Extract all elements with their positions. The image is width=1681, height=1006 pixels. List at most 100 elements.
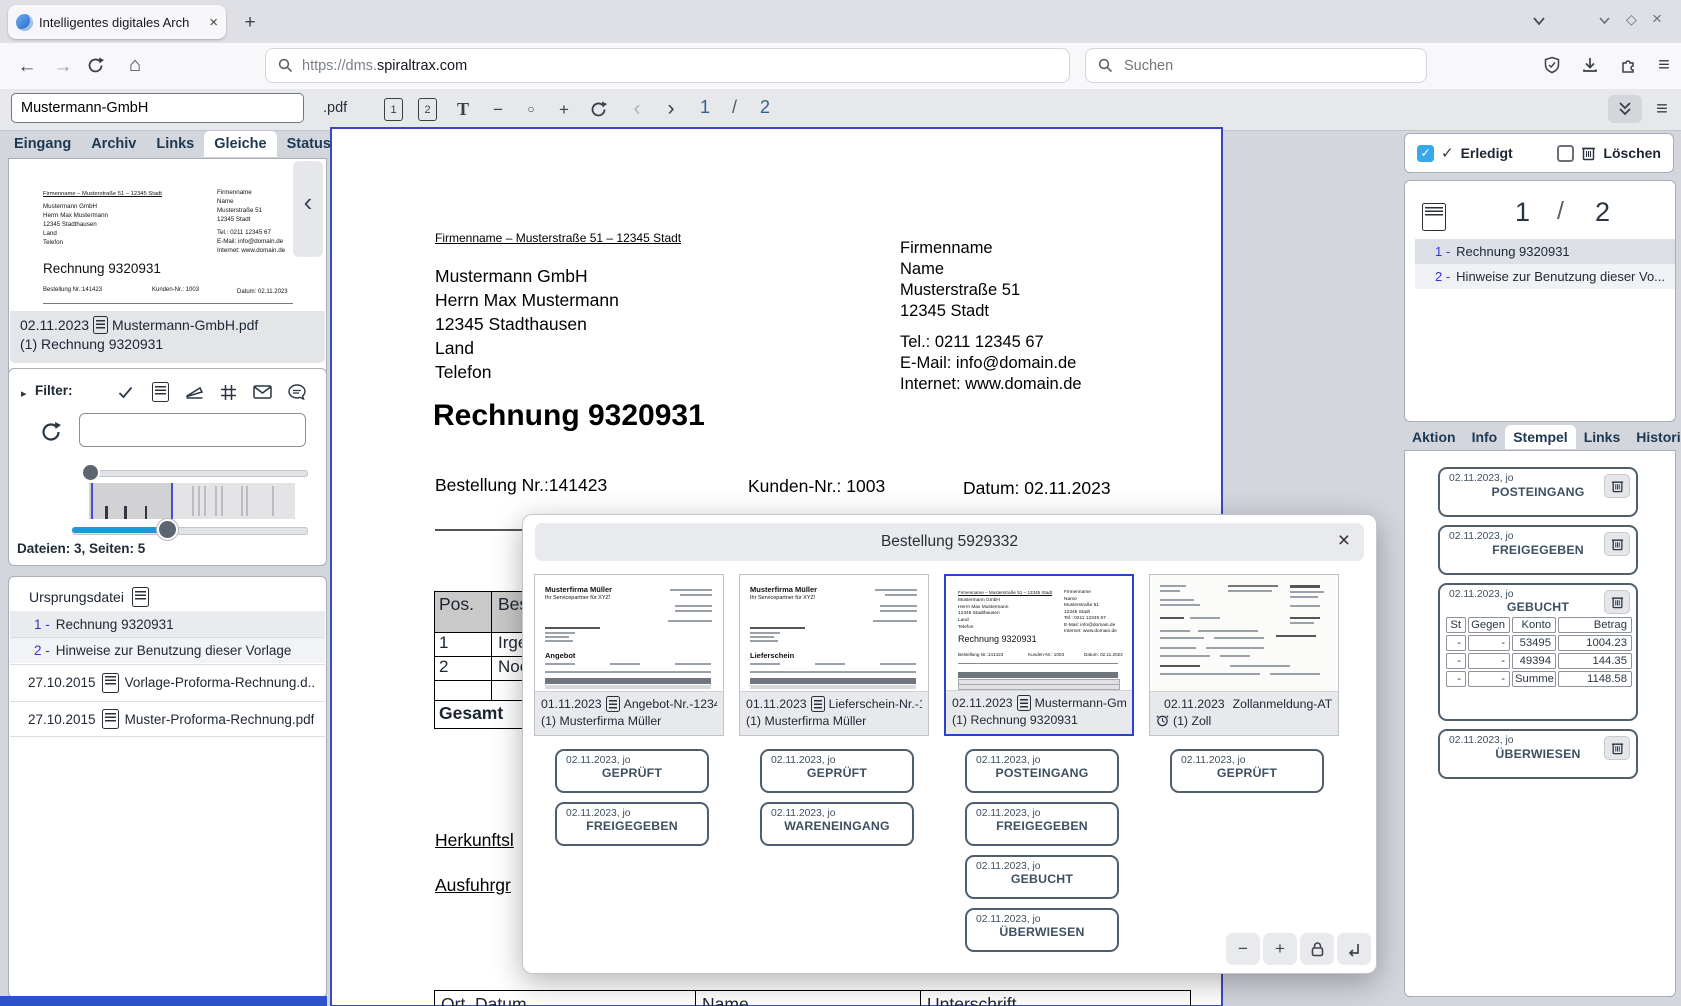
stamp-delete-button[interactable] [1604, 590, 1630, 614]
back-button[interactable]: ← [14, 53, 40, 79]
rotate-button[interactable] [589, 100, 608, 119]
tab-info[interactable]: Info [1464, 425, 1506, 449]
origin-card: Ursprungsdatei 1 - Rechnung 9320931 2 - … [8, 576, 327, 998]
thumb-sender: Firmenname Name Musterstraße 51 12345 St… [1064, 590, 1099, 617]
gebucht-cell: 1004.23 [1558, 635, 1632, 651]
window-maximize-button[interactable]: ◇ [1626, 11, 1637, 28]
filter-check-icon[interactable] [117, 384, 134, 401]
collapse-panel-button[interactable]: ‹ [293, 161, 323, 257]
origin-file-date: 27.10.2015 [28, 712, 96, 727]
page-title: Rechnung 9320931 [1456, 244, 1570, 259]
next-page-button[interactable]: › [661, 96, 681, 120]
origin-page-row-1[interactable]: 1 - Rechnung 9320931 [10, 611, 325, 637]
items-cell: 2 [434, 657, 492, 681]
preview-title: Rechnung 9320931 [43, 261, 161, 276]
extensions-icon[interactable] [1619, 56, 1637, 74]
modal-lock-button[interactable] [1300, 933, 1334, 965]
browser-tab[interactable]: Intelligentes digitales Arch × [8, 5, 226, 39]
tab-links[interactable]: Links [1576, 425, 1629, 449]
file-row-selected[interactable]: 02.11.2023 Mustermann-GmbH.pdf (1) Rechn… [10, 311, 325, 363]
erledigt-checkbox[interactable]: ✓ [1417, 145, 1434, 162]
zoom-reset-button[interactable]: ○ [521, 98, 541, 120]
page-row-2[interactable]: 2 - Hinweise zur Benutzung dieser Vo... [1415, 264, 1675, 289]
filter-refresh-icon[interactable] [39, 420, 63, 444]
stamp-delete-button[interactable] [1604, 532, 1630, 556]
thumb-tagline: Ihr Servicepartner für XYZ! [750, 595, 815, 601]
range-slider-bottom[interactable] [72, 519, 306, 539]
text-tool-button[interactable]: T [453, 98, 473, 120]
page-row-1[interactable]: 1 - Rechnung 9320931 [1415, 239, 1675, 264]
origin-page-num: 1 - [34, 617, 50, 632]
thumb-caption: 02.11.2023Mustermann-Gmb... (1) Rechnung… [946, 690, 1132, 734]
filter-scan-icon[interactable] [185, 384, 204, 401]
stamp-freigegeben: 02.11.2023, joFREIGEGEBEN [1438, 525, 1638, 575]
filter-text-input[interactable] [79, 413, 306, 447]
thumb-lieferschein[interactable]: Musterfirma Müller Ihr Servicepartner fü… [739, 574, 929, 736]
search-input[interactable] [1122, 57, 1386, 75]
filter-comment-icon[interactable] [288, 384, 306, 401]
tab-close-icon[interactable]: × [209, 14, 218, 31]
window-minimize-button[interactable] [1598, 14, 1611, 27]
doc-signature-table: Ort, Datum Name Unterschrift [434, 990, 1191, 1006]
modal-zoom-out-button[interactable]: − [1226, 933, 1260, 965]
stamp-delete-button[interactable] [1604, 474, 1630, 498]
filter-document-icon[interactable] [152, 382, 169, 402]
modal-zoom-in-button[interactable]: + [1263, 933, 1297, 965]
reload-button[interactable] [86, 56, 105, 75]
page-one-layout-button[interactable]: 1 [384, 98, 403, 121]
trash-icon [1611, 479, 1624, 493]
left-tabs: Eingang Archiv Links Gleiche Status [4, 131, 326, 157]
menu-hamburger-icon[interactable]: ≡ [1652, 53, 1676, 77]
origin-page-title: Rechnung 9320931 [56, 617, 174, 632]
filter-mail-icon[interactable] [253, 385, 272, 399]
shield-icon[interactable] [1543, 56, 1561, 74]
tab-gleiche[interactable]: Gleiche [204, 131, 276, 157]
origin-file-row-2[interactable]: 27.10.2015 Muster-Proforma-Rechnung.pdf [10, 701, 325, 737]
tab-eingang[interactable]: Eingang [4, 131, 81, 157]
url-bar[interactable]: https://dms.spiraltrax.com [265, 48, 1070, 83]
document-thumbnail-preview[interactable]: Firmenname – Musterstraße 51 – 12345 Sta… [9, 159, 326, 309]
forward-button[interactable]: → [50, 53, 76, 79]
new-tab-button[interactable]: + [238, 10, 262, 34]
document-name-input[interactable] [11, 93, 304, 123]
gebucht-cell: - [1468, 671, 1510, 687]
thumb-angebot[interactable]: Musterfirma Müller Ihr Servicepartner fü… [534, 574, 724, 736]
page-title: Hinweise zur Benutzung dieser Vo... [1456, 269, 1665, 284]
window-close-button[interactable]: × [1652, 9, 1662, 29]
modal-dock-button[interactable] [1337, 933, 1371, 965]
app-menu-icon[interactable]: ≡ [1650, 95, 1674, 123]
stamp-posteingang: 02.11.2023, joPOSTEINGANG [965, 749, 1119, 793]
filter-grid-icon[interactable] [220, 384, 237, 401]
tab-archiv[interactable]: Archiv [81, 131, 146, 157]
slider-handle[interactable] [157, 519, 178, 540]
slider-handle[interactable] [81, 463, 100, 482]
file-sub: (1) Rechnung 9320931 [20, 336, 325, 352]
tab-list-chevron-icon[interactable] [1532, 14, 1546, 28]
document-icon [102, 709, 119, 729]
search-bar[interactable] [1085, 48, 1427, 83]
thumb-rechnung-selected[interactable]: Firmenname – Musterstraße 51 – 12345 Sta… [944, 574, 1134, 736]
tab-stempel[interactable]: Stempel [1505, 425, 1575, 449]
range-slider-top[interactable] [81, 463, 306, 481]
thumb-zollanmeldung[interactable]: 02.11.2023 Zollanmeldung-AT... (1) Zoll [1149, 574, 1339, 736]
zoom-in-button[interactable]: + [554, 98, 574, 120]
prev-page-button[interactable]: ‹ [627, 96, 647, 120]
pager-separator: / [1557, 197, 1564, 226]
page-two-layout-button[interactable]: 2 [418, 98, 437, 121]
tab-links[interactable]: Links [146, 131, 204, 157]
zoom-out-button[interactable]: − [488, 98, 508, 120]
loeschen-checkbox[interactable] [1557, 145, 1574, 162]
stamp-delete-button[interactable] [1604, 736, 1630, 760]
tab-historie[interactable]: Historie [1628, 425, 1681, 449]
gebucht-header: Betrag [1558, 617, 1632, 633]
filter-expand-icon[interactable]: ▸ [21, 387, 27, 400]
origin-page-row-2[interactable]: 2 - Hinweise zur Benutzung dieser Vorlag… [10, 637, 325, 663]
home-button[interactable]: ⌂ [122, 52, 148, 78]
tab-aktion[interactable]: Aktion [1404, 425, 1464, 449]
downloads-icon[interactable] [1581, 56, 1599, 74]
origin-file-row-1[interactable]: 27.10.2015 Vorlage-Proforma-Rechnung.d..… [10, 664, 325, 700]
modal-close-icon[interactable]: × [1338, 529, 1350, 553]
file-extension-label: .pdf [323, 100, 347, 116]
collapse-toolbar-button[interactable] [1608, 95, 1642, 123]
modal-header: Bestellung 5929332 × [535, 523, 1364, 561]
